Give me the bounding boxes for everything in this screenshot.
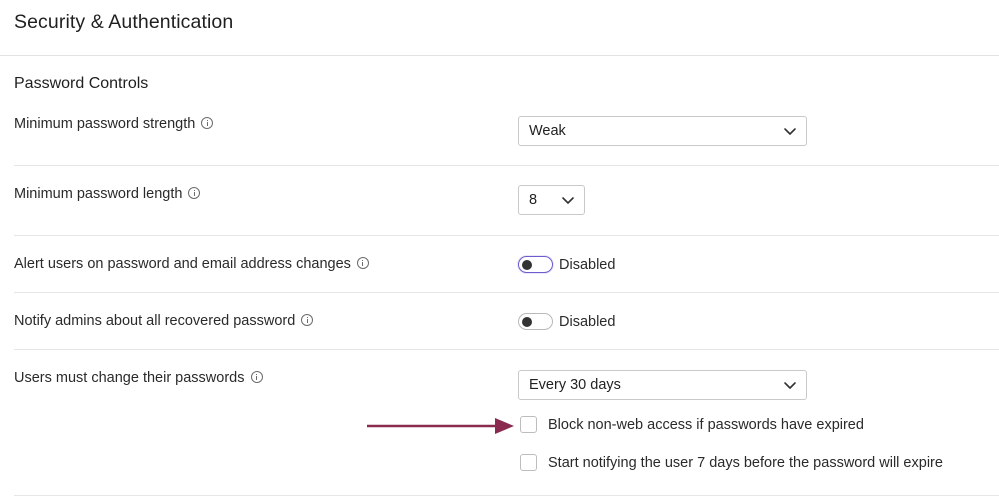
min-password-strength-text: Minimum password strength (14, 116, 196, 132)
alert-users-label: Alert users on password and email addres… (14, 256, 369, 272)
min-password-strength-select[interactable]: Weak (518, 116, 807, 146)
alert-users-toggle-group: Disabled (518, 256, 615, 273)
notify-admins-status: Disabled (559, 313, 616, 330)
alert-users-toggle[interactable] (518, 256, 553, 273)
divider (14, 235, 999, 236)
info-icon[interactable] (301, 314, 314, 326)
password-change-text: Users must change their passwords (14, 370, 245, 386)
info-icon[interactable] (356, 257, 369, 269)
divider (14, 292, 999, 293)
chevron-down-icon (561, 193, 575, 207)
page-title: Security & Authentication (14, 11, 234, 33)
select-value: 8 (529, 192, 538, 208)
block-non-web-access-label[interactable]: Block non-web access if passwords have e… (548, 417, 864, 433)
page-header: Security & Authentication (0, 0, 999, 56)
start-notifying-checkbox[interactable] (520, 454, 537, 471)
select-value: Every 30 days (529, 377, 621, 393)
notify-admins-toggle[interactable] (518, 313, 553, 330)
info-icon[interactable] (250, 371, 263, 383)
info-icon[interactable] (201, 117, 214, 129)
alert-users-status: Disabled (559, 256, 616, 273)
password-change-label: Users must change their passwords (14, 370, 263, 386)
min-password-strength-label: Minimum password strength (14, 116, 214, 132)
info-icon[interactable] (188, 187, 201, 199)
divider (14, 165, 999, 166)
block-non-web-access-checkbox[interactable] (520, 416, 537, 433)
chevron-down-icon (783, 124, 797, 138)
password-change-frequency-select[interactable]: Every 30 days (518, 370, 807, 400)
block-non-web-access-row: Block non-web access if passwords have e… (520, 416, 864, 433)
section-title: Password Controls (14, 75, 149, 92)
select-value: Weak (529, 123, 566, 139)
start-notifying-row: Start notifying the user 7 days before t… (520, 454, 943, 471)
min-password-length-text: Minimum password length (14, 186, 183, 202)
toggle-knob (522, 317, 532, 327)
arrow-right-icon (367, 418, 514, 434)
alert-users-text: Alert users on password and email addres… (14, 256, 351, 272)
notify-admins-text: Notify admins about all recovered passwo… (14, 313, 296, 329)
divider (14, 349, 999, 350)
toggle-knob (521, 259, 532, 270)
notify-admins-toggle-group: Disabled (518, 313, 615, 330)
min-password-length-select[interactable]: 8 (518, 185, 585, 215)
start-notifying-label[interactable]: Start notifying the user 7 days before t… (548, 455, 943, 471)
notify-admins-label: Notify admins about all recovered passwo… (14, 313, 314, 329)
divider (14, 495, 999, 496)
chevron-down-icon (783, 378, 797, 392)
min-password-length-label: Minimum password length (14, 186, 201, 202)
